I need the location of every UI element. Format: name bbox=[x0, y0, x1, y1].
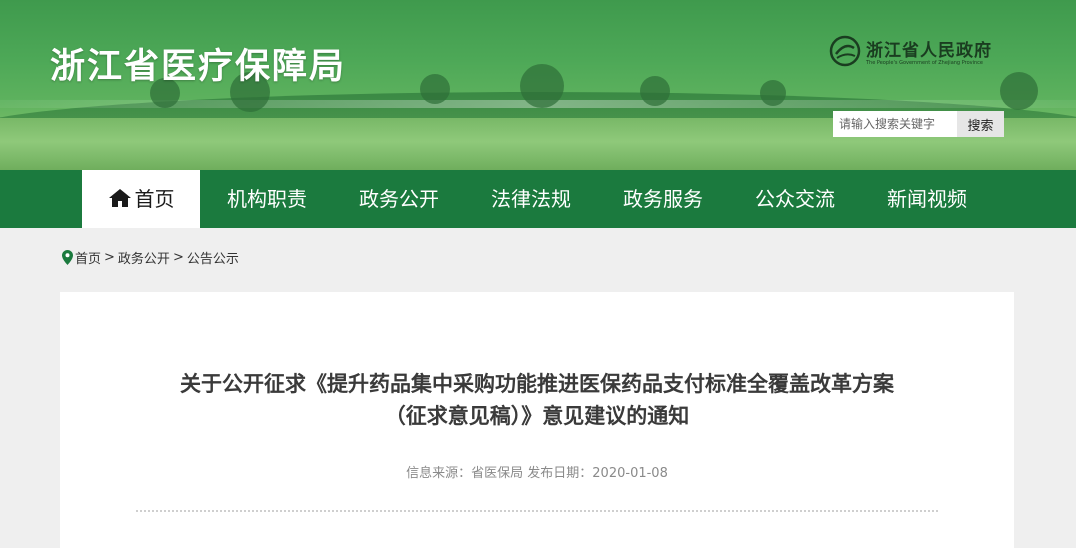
government-emblem-icon bbox=[829, 35, 861, 67]
site-title[interactable]: 浙江省医疗保障局 bbox=[50, 38, 346, 89]
breadcrumb-separator: > bbox=[172, 250, 184, 265]
breadcrumb-announcements-link[interactable]: 公告公示 bbox=[187, 252, 239, 267]
article-title: 关于公开征求《提升药品集中采购功能推进医保药品支付标准全覆盖改革方案 （征求意见… bbox=[60, 368, 1014, 432]
article-title-line-1: 关于公开征求《提升药品集中采购功能推进医保药品支付标准全覆盖改革方案 bbox=[180, 372, 894, 396]
header-banner: 浙江省医疗保障局 浙江省人民政府 The People's Government… bbox=[0, 0, 1076, 170]
nav-item-label: 首页 bbox=[134, 187, 175, 211]
nav-item-public-exchange[interactable]: 公众交流 bbox=[740, 170, 850, 228]
banner-tree-decoration bbox=[420, 74, 450, 104]
banner-tree-decoration bbox=[520, 64, 564, 108]
search-input[interactable] bbox=[833, 111, 957, 137]
breadcrumb-separator: > bbox=[104, 250, 115, 265]
banner-tree-decoration bbox=[760, 80, 786, 106]
nav-item-government-affairs[interactable]: 政务公开 bbox=[344, 170, 454, 228]
nav-item-home[interactable]: 首页 bbox=[82, 170, 200, 228]
location-pin-icon bbox=[62, 250, 73, 265]
nav-item-laws[interactable]: 法律法规 bbox=[476, 170, 586, 228]
provincial-government-subtitle: The People's Government of Zhejiang Prov… bbox=[866, 60, 983, 66]
provincial-government-link[interactable]: 浙江省人民政府 bbox=[866, 36, 992, 61]
article-divider bbox=[136, 510, 938, 512]
nav-item-institution[interactable]: 机构职责 bbox=[212, 170, 322, 228]
article-title-line-2: （征求意见稿）》意见建议的通知 bbox=[384, 404, 690, 428]
breadcrumb-home-link[interactable]: 首页 bbox=[75, 252, 101, 267]
banner-tree-decoration bbox=[1000, 72, 1038, 110]
nav-item-services[interactable]: 政务服务 bbox=[608, 170, 718, 228]
breadcrumb-government-affairs-link[interactable]: 政务公开 bbox=[118, 252, 170, 267]
banner-tree-decoration bbox=[640, 76, 670, 106]
home-icon bbox=[108, 189, 131, 207]
article-card: 关于公开征求《提升药品集中采购功能推进医保药品支付标准全覆盖改革方案 （征求意见… bbox=[60, 292, 1014, 548]
article-meta: 信息来源：省医保局 发布日期：2020-01-08 bbox=[406, 466, 668, 481]
nav-item-news-video[interactable]: 新闻视频 bbox=[872, 170, 982, 228]
main-nav: 首页 机构职责 政务公开 法律法规 政务服务 公众交流 新闻视频 bbox=[0, 170, 1076, 228]
breadcrumb: 首页 > 政务公开 > 公告公示 bbox=[62, 248, 239, 267]
search-button[interactable]: 搜索 bbox=[957, 111, 1004, 137]
